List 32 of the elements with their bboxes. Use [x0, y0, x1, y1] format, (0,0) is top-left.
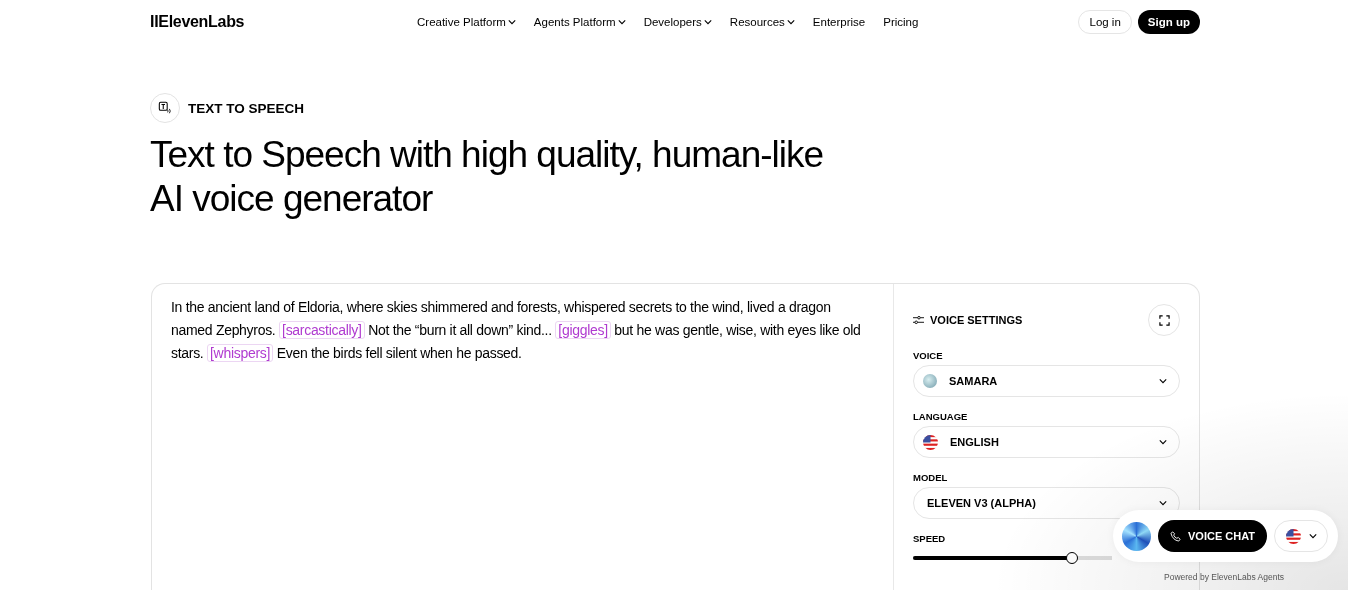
- expand-button[interactable]: [1148, 304, 1180, 336]
- phone-icon: [1170, 530, 1181, 542]
- chevron-down-icon: [1159, 378, 1167, 384]
- nav-link[interactable]: Resources: [729, 16, 795, 28]
- orb-icon: [1122, 521, 1151, 551]
- chevron-down-icon: [1159, 439, 1167, 445]
- signup-button[interactable]: Sign up: [1137, 10, 1200, 34]
- chevron-down-icon: [1159, 500, 1167, 506]
- field-label: MODEL: [913, 472, 948, 483]
- section-label: TEXT TO SPEECH: [188, 100, 305, 116]
- flag-icon: [923, 434, 938, 450]
- powered-by-text: Powered by ElevenLabs Agents: [1164, 572, 1285, 582]
- editor-text[interactable]: In the ancient land of Eldoria, where skies shimmered and forests, whispered secrets to the wind, lived a dragon named Zephyros. [sarcastically] Not the “burn it all down” kind... [giggles] but he was gentle, wise, with eyes like old stars. [whispers] Even the birds fell silent when he passed.: [171, 296, 863, 365]
- settings-title: VOICE SETTINGS: [930, 314, 1024, 326]
- chevron-down-icon: [1308, 533, 1317, 539]
- nav-link[interactable]: Enterprise: [812, 16, 866, 28]
- nav-link[interactable]: Pricing: [883, 16, 919, 28]
- logo[interactable]: IIElevenLabs: [150, 13, 417, 31]
- flag-icon: [1285, 528, 1301, 544]
- login-button[interactable]: Log in: [1078, 10, 1132, 34]
- voice-avatar-icon: [923, 374, 937, 388]
- voice-chat-button[interactable]: VOICE CHAT: [1158, 520, 1268, 552]
- field-label: VOICE: [913, 350, 943, 361]
- page-heading: Text to Speech with high quality, human-like AI voice generator: [150, 133, 825, 221]
- nav-link[interactable]: Agents Platform: [533, 16, 626, 28]
- nav-link[interactable]: Creative Platform: [417, 16, 516, 28]
- language-button[interactable]: [1274, 520, 1329, 552]
- sliders-icon: [913, 315, 924, 325]
- field-label: LANGUAGE: [913, 411, 968, 422]
- field-label: SPEED: [913, 533, 946, 544]
- expand-icon: [1158, 314, 1170, 326]
- nav-link[interactable]: Developers: [643, 16, 712, 28]
